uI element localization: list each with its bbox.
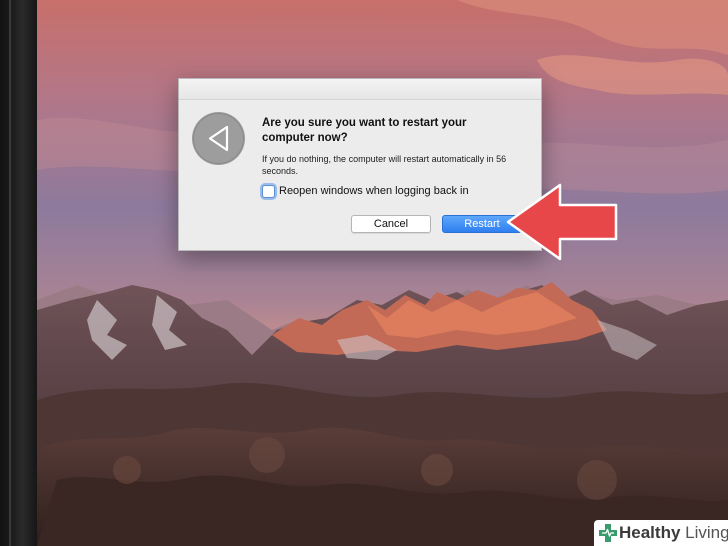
pointer-arrow-icon bbox=[506, 183, 618, 261]
dialog-title: Are you sure you want to restart your co… bbox=[262, 117, 467, 144]
brand-name: Healthy Living bbox=[619, 522, 728, 544]
cancel-button[interactable]: Cancel bbox=[351, 215, 431, 233]
restart-dialog: Are you sure you want to restart your co… bbox=[178, 78, 542, 251]
restart-triangle-icon bbox=[192, 112, 245, 165]
medical-cross-icon bbox=[599, 524, 617, 542]
reopen-windows-label: Reopen windows when logging back in bbox=[279, 185, 469, 197]
brand-name-light: Living bbox=[685, 523, 728, 542]
screenshot: Are you sure you want to restart your co… bbox=[0, 0, 728, 546]
reopen-windows-checkbox[interactable] bbox=[262, 185, 275, 198]
dialog-message: If you do nothing, the computer will res… bbox=[262, 154, 507, 176]
healthy-living-watermark: Healthy Living bbox=[594, 520, 728, 546]
laptop-bezel bbox=[0, 0, 37, 546]
dialog-top-bar bbox=[179, 79, 541, 100]
brand-name-bold: Healthy bbox=[619, 523, 681, 542]
